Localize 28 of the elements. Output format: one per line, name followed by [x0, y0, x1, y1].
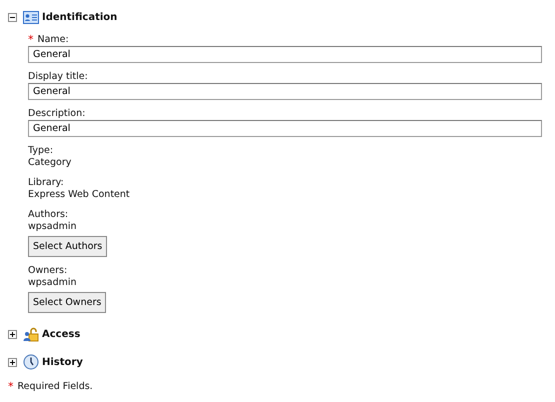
id-card-icon — [23, 10, 39, 24]
select-button[interactable]: Select Owners — [28, 292, 106, 313]
field-label: Description: — [28, 108, 86, 120]
field-value: Category — [28, 157, 72, 169]
select-button[interactable]: Select Authors — [28, 236, 108, 257]
field-label: Display title: — [28, 71, 88, 83]
field-label: Name: — [38, 34, 69, 46]
field-label: Library: — [28, 177, 64, 189]
required-mark: * — [28, 34, 34, 46]
field-label: Owners: — [28, 265, 68, 277]
field-value: wpsadmin — [28, 221, 77, 233]
user-lock-icon — [23, 326, 39, 342]
input-field[interactable]: General — [28, 120, 542, 137]
footer-note: Required Fields. — [18, 381, 93, 393]
section-title[interactable]: Access — [42, 328, 80, 340]
field-value: wpsadmin — [28, 277, 77, 289]
section-title[interactable]: History — [42, 356, 83, 368]
required-mark: * — [8, 381, 14, 393]
collapse-icon[interactable] — [8, 12, 17, 22]
clock-icon — [23, 354, 39, 370]
expand-icon[interactable] — [8, 358, 17, 366]
input-field[interactable]: General — [28, 83, 542, 100]
field-label: Type: — [28, 145, 54, 157]
section-title[interactable]: Identification — [42, 12, 118, 22]
input-field[interactable]: General — [28, 46, 542, 63]
expand-icon[interactable] — [8, 330, 17, 338]
field-value: Express Web Content — [28, 189, 130, 201]
field-label: Authors: — [28, 209, 68, 221]
